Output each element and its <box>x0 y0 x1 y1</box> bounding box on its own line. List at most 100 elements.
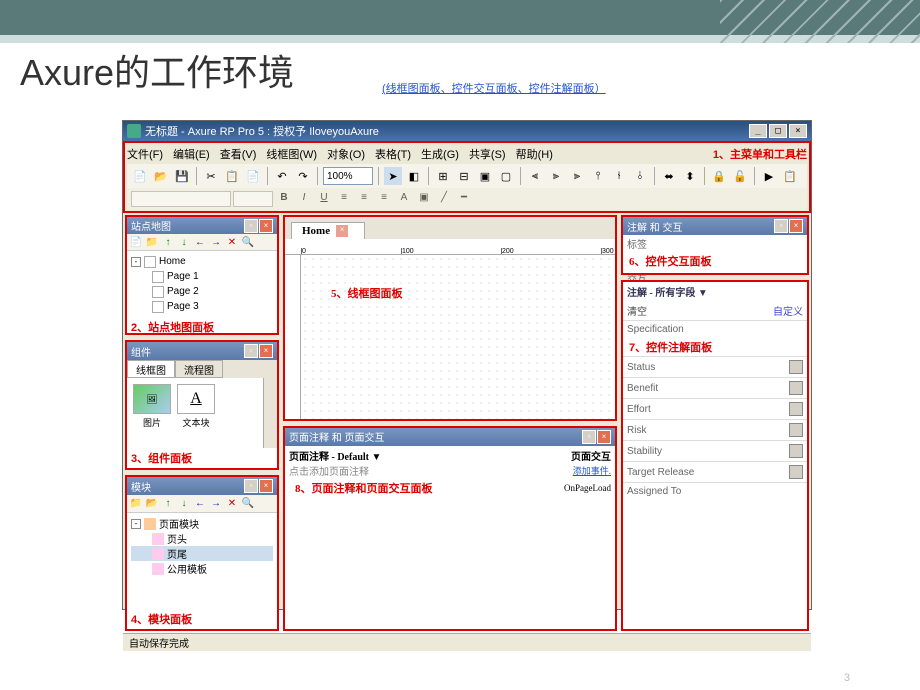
move-up-icon[interactable]: ↑ <box>161 497 175 511</box>
field-stability[interactable]: Stability <box>623 440 807 461</box>
indent-icon[interactable]: → <box>209 235 223 249</box>
menu-help[interactable]: 帮助(H) <box>516 146 553 162</box>
dropdown-icon[interactable] <box>789 360 803 374</box>
front-icon[interactable]: ▣ <box>476 167 494 185</box>
copy-icon[interactable]: 📋 <box>223 167 241 185</box>
dropdown-icon[interactable] <box>789 444 803 458</box>
menu-share[interactable]: 共享(S) <box>469 146 506 162</box>
dropdown-icon[interactable] <box>789 381 803 395</box>
field-benefit[interactable]: Benefit <box>623 377 807 398</box>
tree-item-header[interactable]: 页头 <box>131 531 273 546</box>
close-button[interactable]: × <box>789 124 807 138</box>
wireframe-canvas[interactable]: 5、线框图面板 <box>301 255 615 419</box>
tree-item-page2[interactable]: Page 2 <box>131 284 273 299</box>
slide-subtitle-link[interactable]: (线框图面板、控件交互面板、控件注解面板） <box>382 80 606 96</box>
move-down-icon[interactable]: ↓ <box>177 235 191 249</box>
paste-icon[interactable]: 📄 <box>244 167 262 185</box>
panel-close-icon[interactable]: × <box>259 344 273 358</box>
widget-image[interactable]: 🖼 图片 <box>133 384 171 442</box>
onpageload-event[interactable]: OnPageLoad <box>564 483 611 493</box>
distribute-h-icon[interactable]: ⬌ <box>660 167 678 185</box>
underline-icon[interactable]: U <box>315 191 333 207</box>
expand-icon[interactable]: - <box>131 257 141 267</box>
page-notes-placeholder[interactable]: 点击添加页面注释 <box>289 463 369 478</box>
indent-icon[interactable]: → <box>209 497 223 511</box>
dropdown-icon[interactable] <box>789 423 803 437</box>
menu-view[interactable]: 查看(V) <box>220 146 257 162</box>
field-target-release[interactable]: Target Release <box>623 461 807 482</box>
move-up-icon[interactable]: ↑ <box>161 235 175 249</box>
pointer-icon[interactable]: ➤ <box>384 167 402 185</box>
field-assigned-to[interactable]: Assigned To <box>623 482 807 500</box>
tree-root-home[interactable]: - Home <box>131 254 273 269</box>
tree-item-page1[interactable]: Page 1 <box>131 269 273 284</box>
field-effort[interactable]: Effort <box>623 398 807 419</box>
maximize-button[interactable]: □ <box>769 124 787 138</box>
back-icon[interactable]: ▢ <box>497 167 515 185</box>
distribute-v-icon[interactable]: ⬍ <box>681 167 699 185</box>
menu-edit[interactable]: 编辑(E) <box>173 146 210 162</box>
menu-table[interactable]: 表格(T) <box>375 146 411 162</box>
vertical-ruler[interactable] <box>285 255 301 419</box>
zoom-input[interactable]: 100% <box>323 167 373 185</box>
minimize-button[interactable]: _ <box>749 124 767 138</box>
menu-wireframe[interactable]: 线框图(W) <box>266 146 317 162</box>
tree-item-footer[interactable]: 页尾 <box>131 546 273 561</box>
tree-item-page3[interactable]: Page 3 <box>131 299 273 314</box>
add-page-icon[interactable]: 📄 <box>129 235 143 249</box>
field-status[interactable]: Status <box>623 356 807 377</box>
dropdown-icon[interactable] <box>789 465 803 479</box>
new-file-icon[interactable]: 📄 <box>131 167 149 185</box>
open-file-icon[interactable]: 📂 <box>152 167 170 185</box>
align-center-icon[interactable]: ⫸ <box>547 167 565 185</box>
add-master-icon[interactable]: 📁 <box>129 497 143 511</box>
panel-close-icon[interactable]: × <box>597 430 611 444</box>
panel-collapse-icon[interactable]: ▫ <box>244 344 258 358</box>
tab-flowchart[interactable]: 流程图 <box>175 360 223 378</box>
preview-icon[interactable]: ▶ <box>760 167 778 185</box>
panel-collapse-icon[interactable]: ▫ <box>582 430 596 444</box>
delete-icon[interactable]: ✕ <box>225 497 239 511</box>
delete-page-icon[interactable]: ✕ <box>225 235 239 249</box>
align-right-icon[interactable]: ⫸ <box>568 167 586 185</box>
menu-object[interactable]: 对象(O) <box>327 146 365 162</box>
menu-file[interactable]: 文件(F) <box>127 146 163 162</box>
search-icon[interactable]: 🔍 <box>241 497 255 511</box>
panel-close-icon[interactable]: × <box>259 219 273 233</box>
search-icon[interactable]: 🔍 <box>241 235 255 249</box>
font-size-select[interactable] <box>233 191 273 207</box>
save-icon[interactable]: 💾 <box>173 167 191 185</box>
tree-item-template[interactable]: 公用模板 <box>131 561 273 576</box>
line-color-icon[interactable]: ╱ <box>435 191 453 207</box>
clear-link[interactable]: 清空 <box>627 303 647 318</box>
bold-icon[interactable]: B <box>275 191 293 207</box>
redo-icon[interactable]: ↷ <box>294 167 312 185</box>
horizontal-ruler[interactable]: 0 100 200 300 <box>285 239 615 255</box>
outdent-icon[interactable]: ← <box>193 497 207 511</box>
field-risk[interactable]: Risk <box>623 419 807 440</box>
menu-generate[interactable]: 生成(G) <box>421 146 459 162</box>
add-folder-icon[interactable]: 📁 <box>145 235 159 249</box>
font-family-select[interactable] <box>131 191 231 207</box>
unlock-icon[interactable]: 🔓 <box>731 167 749 185</box>
align-top-icon[interactable]: ⫯ <box>589 167 607 185</box>
spec-icon[interactable]: 📋 <box>781 167 799 185</box>
canvas-tab-home[interactable]: Home × <box>291 222 365 239</box>
page-notes-dropdown[interactable]: 页面注释 - Default ▼ <box>289 448 381 463</box>
outdent-icon[interactable]: ← <box>193 235 207 249</box>
text-align-center-icon[interactable]: ≡ <box>355 191 373 207</box>
ungroup-icon[interactable]: ⊟ <box>455 167 473 185</box>
align-left-icon[interactable]: ⫷ <box>526 167 544 185</box>
widget-scrollbar[interactable] <box>263 378 277 448</box>
panel-collapse-icon[interactable]: ▫ <box>774 219 788 233</box>
dropdown-icon[interactable] <box>789 402 803 416</box>
align-bottom-icon[interactable]: ⫰ <box>631 167 649 185</box>
panel-collapse-icon[interactable]: ▫ <box>244 479 258 493</box>
tab-close-icon[interactable]: × <box>336 225 348 237</box>
add-folder-icon[interactable]: 📂 <box>145 497 159 511</box>
italic-icon[interactable]: I <box>295 191 313 207</box>
align-middle-icon[interactable]: ⫮ <box>610 167 628 185</box>
group-icon[interactable]: ⊞ <box>434 167 452 185</box>
tree-root-masters[interactable]: - 页面模块 <box>131 516 273 531</box>
shape-icon[interactable]: ◧ <box>405 167 423 185</box>
